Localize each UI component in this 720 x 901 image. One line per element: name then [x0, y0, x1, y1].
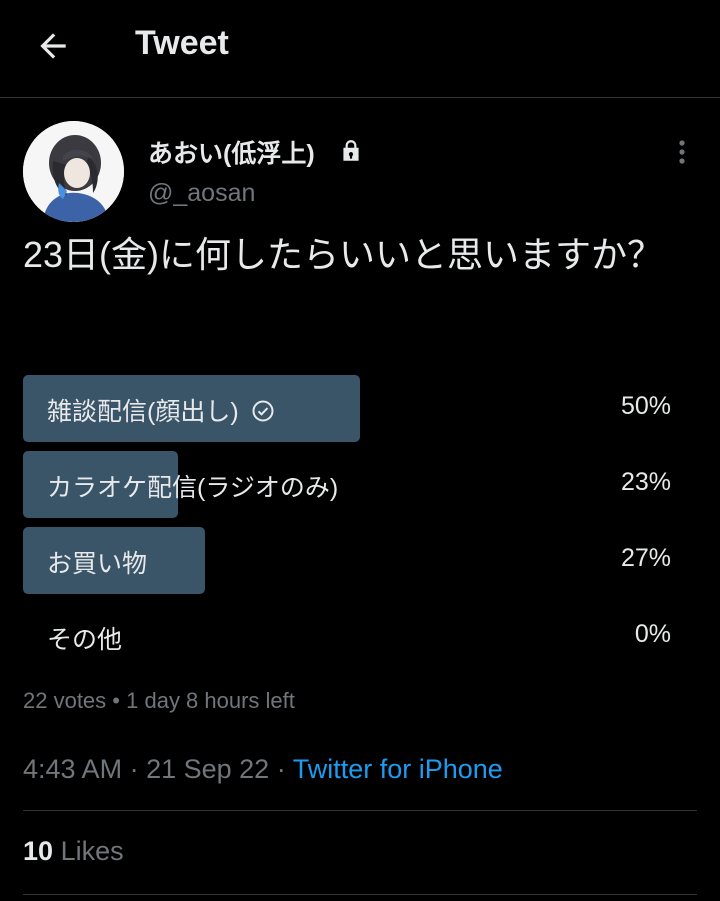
poll-option: その他 0% — [23, 603, 673, 670]
page-title: Tweet — [135, 24, 229, 62]
poll-separator: • — [112, 688, 120, 713]
top-bar: Tweet — [0, 0, 720, 98]
poll-option: 雑談配信(顔出し) 50% — [23, 375, 673, 442]
poll-option-label: お買い物 — [47, 550, 148, 578]
check-circle-icon — [252, 400, 274, 422]
dot-separator: · — [129, 754, 139, 784]
poll-time-left: 1 day 8 hours left — [126, 688, 295, 713]
poll-meta: 22 votes • 1 day 8 hours left — [23, 688, 295, 714]
poll-option-percent: 0% — [634, 620, 671, 648]
poll-option: カラオケ配信(ラジオのみ) 23% — [23, 451, 673, 518]
author-handle[interactable]: @_aosan — [148, 179, 255, 208]
poll-option-label: その他 — [47, 626, 123, 654]
poll-option-label: カラオケ配信(ラジオのみ) — [47, 474, 339, 502]
divider — [23, 894, 697, 895]
likes-count: 10 — [23, 836, 54, 866]
likes-label: Likes — [60, 836, 124, 866]
poll-option-percent: 23% — [620, 468, 671, 496]
dot-separator: · — [276, 754, 286, 784]
likes-stat[interactable]: 10 Likes — [23, 836, 124, 867]
more-options-icon[interactable] — [670, 137, 694, 167]
poll-votes: 22 votes — [23, 688, 107, 713]
divider — [23, 810, 697, 811]
lock-icon — [343, 140, 359, 161]
poll-option-percent: 50% — [620, 392, 671, 420]
avatar[interactable] — [23, 121, 124, 222]
tweet-timestamp: 4:43 AM · 21 Sep 22 · Twitter for iPhone — [23, 754, 503, 785]
poll-option: お買い物 27% — [23, 527, 673, 594]
arrow-left-icon[interactable] — [34, 27, 72, 65]
poll-option-label: 雑談配信(顔出し) — [47, 392, 275, 428]
tweet-text: 23日(金)に何したらいいと思いますか？ — [23, 234, 664, 275]
tweet-time[interactable]: 4:43 AM — [23, 754, 122, 784]
tweet-date[interactable]: 21 Sep 22 — [146, 754, 269, 784]
poll-option-percent: 27% — [620, 544, 671, 572]
author-name[interactable]: あおい(低浮上) — [148, 134, 315, 170]
tweet-source-link[interactable]: Twitter for iPhone — [293, 754, 503, 784]
